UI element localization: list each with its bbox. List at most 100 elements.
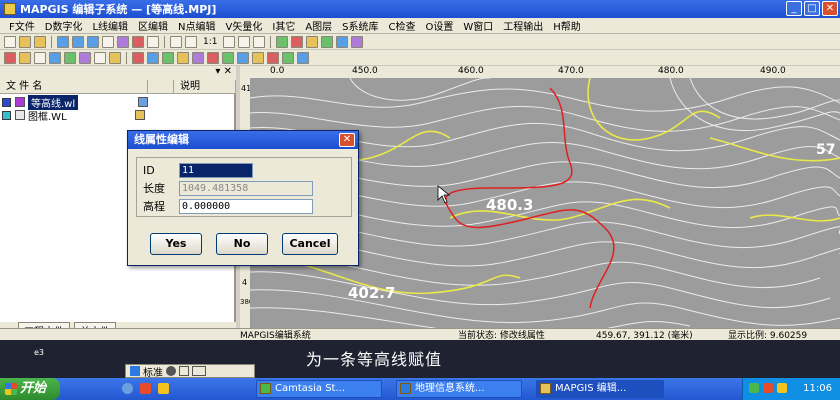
elevation-row: 高程 — [143, 198, 313, 214]
id-field[interactable] — [179, 162, 253, 178]
menu-settings[interactable]: O设置 — [421, 18, 459, 33]
visibility-checkbox[interactable] — [2, 110, 11, 120]
menu-help[interactable]: H帮助 — [548, 18, 586, 33]
zoom-window-icon[interactable] — [223, 35, 236, 48]
task-camtasia[interactable]: Camtasia St... — [256, 380, 382, 398]
help-icon[interactable] — [117, 35, 129, 48]
delete-line-icon[interactable] — [34, 51, 46, 64]
save-as-icon[interactable] — [72, 35, 84, 48]
status-bar: MAPGIS编辑系统 当前状态: 修改线属性 459.67, 391.12 (毫… — [0, 328, 840, 341]
undo-icon[interactable] — [102, 35, 114, 48]
clip-icon[interactable] — [297, 51, 309, 64]
list-item[interactable]: 等高线.wl — [2, 94, 151, 110]
menu-system-lib[interactable]: S系统库 — [337, 18, 383, 33]
keyboard-icon[interactable] — [192, 366, 206, 376]
no-button[interactable]: No — [216, 233, 268, 255]
menu-bar: F文件 D数字化 L线编辑 区编辑 N点编辑 V矢量化 I其它 A图层 S系统库… — [0, 18, 840, 34]
select-point-icon[interactable] — [291, 35, 304, 48]
column-filename[interactable]: 文 件 名 — [0, 80, 148, 93]
menu-check[interactable]: C检查 — [384, 18, 421, 33]
cancel-button[interactable]: Cancel — [282, 233, 338, 255]
ie-icon[interactable] — [122, 383, 133, 394]
menu-vectorize[interactable]: V矢量化 — [221, 18, 268, 33]
new-file-icon[interactable] — [4, 35, 16, 48]
task-mapgis[interactable]: MAPGIS 编辑... — [536, 380, 664, 398]
print-preview-icon[interactable] — [132, 35, 144, 48]
trace-icon[interactable] — [252, 51, 264, 64]
menu-window[interactable]: W窗口 — [458, 18, 498, 33]
id-label: ID — [143, 163, 155, 177]
line-attr-icon[interactable] — [192, 51, 204, 64]
node-edit-icon[interactable] — [132, 51, 144, 64]
area-tool-icon[interactable] — [207, 51, 219, 64]
attribute-group: ID 长度 高程 — [136, 157, 352, 217]
zoom-in-icon[interactable] — [170, 35, 182, 48]
toolbar-separator — [126, 51, 127, 64]
zoom-out-icon[interactable] — [185, 35, 197, 48]
clock[interactable]: 11:06 — [803, 383, 832, 394]
document-icon — [400, 383, 411, 394]
attribute-icon[interactable] — [351, 35, 364, 48]
check-icon[interactable] — [267, 51, 279, 64]
tray-icon[interactable] — [763, 383, 773, 393]
move-node-icon[interactable] — [177, 51, 189, 64]
panel-close-icon[interactable]: ▾ ✕ — [215, 66, 232, 77]
quicklaunch-icon[interactable] — [140, 383, 151, 394]
vector-tool-icon[interactable] — [237, 51, 249, 64]
pan-icon[interactable] — [238, 35, 251, 48]
yes-button[interactable]: Yes — [150, 233, 202, 255]
move-line-icon[interactable] — [49, 51, 61, 64]
layer-icon[interactable] — [276, 35, 289, 48]
menu-area-edit[interactable]: 区编辑 — [133, 18, 173, 33]
select-all-icon[interactable] — [336, 35, 349, 48]
edit-line-icon[interactable] — [19, 51, 31, 64]
maximize-button[interactable]: □ — [804, 1, 820, 16]
column-icon[interactable] — [148, 80, 174, 93]
ime-bar[interactable]: 标准 — [125, 364, 255, 379]
menu-file[interactable]: F文件 — [4, 18, 40, 33]
delete-node-icon[interactable] — [162, 51, 174, 64]
refresh-icon[interactable] — [253, 35, 266, 48]
input-line-icon[interactable] — [4, 51, 16, 64]
menu-line-edit[interactable]: L线编辑 — [87, 18, 133, 33]
dialog-title-bar[interactable]: 线属性编辑 ✕ — [128, 131, 358, 149]
length-field[interactable] — [179, 180, 313, 196]
start-button[interactable]: 开始 — [0, 378, 60, 400]
menu-point-edit[interactable]: N点编辑 — [173, 18, 220, 33]
menu-layer[interactable]: A图层 — [300, 18, 337, 33]
select-area-icon[interactable] — [321, 35, 334, 48]
minimize-button[interactable]: _ — [786, 1, 802, 16]
start-label: 开始 — [20, 381, 47, 396]
volume-icon[interactable] — [777, 383, 787, 393]
open-file-icon[interactable] — [19, 35, 31, 48]
visibility-checkbox[interactable] — [2, 97, 11, 107]
topology-icon[interactable] — [282, 51, 294, 64]
ruler-tick: 470.0 — [558, 66, 584, 76]
column-description[interactable]: 说明 — [174, 80, 236, 93]
list-item[interactable]: 图框.WL — [2, 109, 148, 123]
moon-icon[interactable] — [166, 366, 176, 376]
menu-other[interactable]: I其它 — [267, 18, 300, 33]
punctuation-icon[interactable] — [179, 366, 189, 376]
cut-line-icon[interactable] — [94, 51, 106, 64]
quicklaunch-icon[interactable] — [158, 383, 169, 394]
open-folder-icon[interactable] — [34, 35, 46, 48]
elevation-field[interactable] — [179, 198, 313, 214]
task-gis-doc[interactable]: 地理信息系统... — [396, 380, 522, 398]
menu-digitize[interactable]: D数字化 — [40, 18, 88, 33]
join-line-icon[interactable] — [79, 51, 91, 64]
select-line-icon[interactable] — [306, 35, 319, 48]
copy-line-icon[interactable] — [64, 51, 76, 64]
line-param-icon[interactable] — [109, 51, 121, 64]
save-icon[interactable] — [57, 35, 69, 48]
close-button[interactable]: ✕ — [822, 1, 838, 16]
point-tool-icon[interactable] — [222, 51, 234, 64]
menu-output[interactable]: 工程输出 — [498, 18, 548, 33]
title-bar[interactable]: MAPGIS 编辑子系统 — [等高线.MPJ] _ □ ✕ — [0, 0, 840, 18]
add-node-icon[interactable] — [147, 51, 159, 64]
zoom-1-1-button[interactable]: 1:1 — [200, 37, 220, 47]
tray-icon[interactable] — [749, 383, 759, 393]
print-icon[interactable] — [147, 35, 159, 48]
dialog-close-icon[interactable]: ✕ — [339, 133, 355, 147]
save-all-icon[interactable] — [87, 35, 99, 48]
